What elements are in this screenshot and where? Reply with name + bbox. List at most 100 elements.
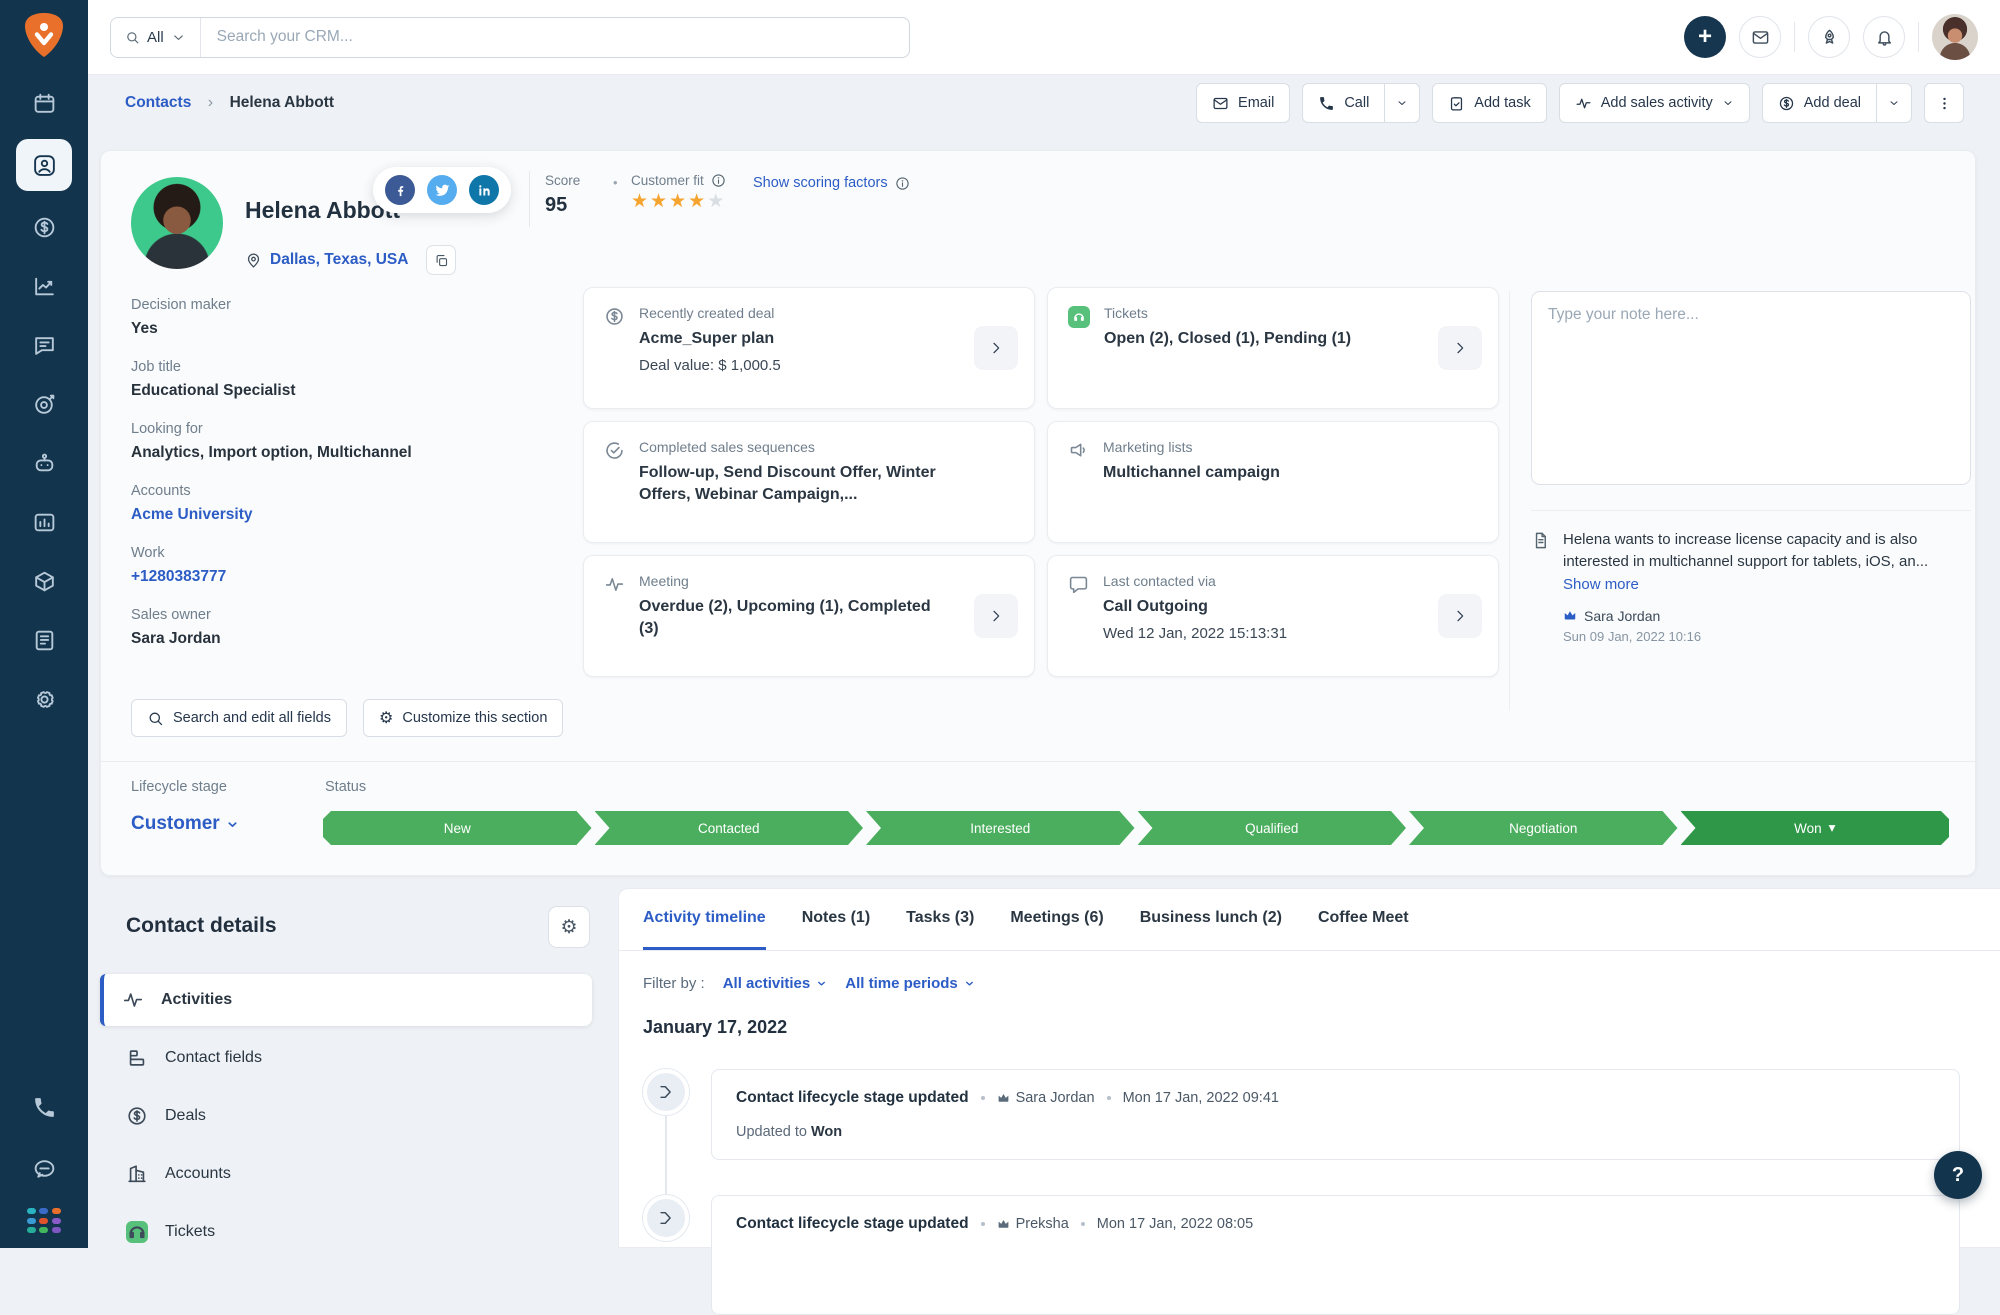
tickets-card: Tickets Open (2), Closed (1), Pending (1)	[1047, 287, 1499, 409]
notifications-button[interactable]	[1863, 16, 1905, 58]
crown-icon	[1564, 610, 1576, 619]
timeline-card[interactable]: Contact lifecycle stage updated Sara Jor…	[711, 1069, 1960, 1160]
breadcrumb: Contacts › Helena Abbott	[125, 94, 334, 112]
sidebar-item-documents[interactable]	[19, 617, 69, 663]
search-scope-dropdown[interactable]: All	[111, 17, 201, 57]
sidebar-item-settings[interactable]	[19, 676, 69, 722]
whats-new-button[interactable]	[1808, 16, 1850, 58]
contact-avatar	[131, 177, 223, 269]
star-icon: ★	[688, 191, 708, 212]
sidebar-item-conversations[interactable]	[19, 322, 69, 368]
chevron-down-icon	[1890, 101, 1898, 105]
stage-new[interactable]: New	[323, 811, 592, 845]
twitter-button[interactable]	[427, 175, 457, 205]
call-button[interactable]: Call	[1302, 83, 1386, 123]
fields-icon	[129, 1050, 145, 1066]
open-deal-button[interactable]	[974, 326, 1018, 370]
open-conversation-button[interactable]	[1438, 594, 1482, 638]
sidebar-item-calendar[interactable]	[19, 80, 69, 126]
timeline-entry: Contact lifecycle stage updated Preksha …	[643, 1195, 1960, 1315]
tab-meetings[interactable]: Meetings (6)	[1010, 889, 1103, 950]
help-button[interactable]: ?	[1934, 1151, 1982, 1199]
menu-item-tickets[interactable]: Tickets	[100, 1206, 592, 1258]
note-input[interactable]	[1531, 291, 1971, 485]
email-button[interactable]: Email	[1196, 83, 1291, 123]
search-input[interactable]	[200, 28, 909, 46]
tab-business-lunch[interactable]: Business lunch (2)	[1140, 889, 1282, 950]
stage-interested[interactable]: Interested	[866, 811, 1135, 845]
filter-activities-dropdown[interactable]: All activities	[723, 975, 828, 992]
sidebar-nav	[16, 80, 72, 722]
speech-bubble-icon	[1069, 576, 1088, 594]
user-avatar[interactable]	[1932, 14, 1978, 60]
open-meetings-button[interactable]	[974, 594, 1018, 638]
timeline-body: Updated to Won	[736, 1124, 843, 1140]
sidebar-item-reports[interactable]	[19, 499, 69, 545]
chevron-right-icon	[993, 342, 1000, 354]
add-deal-button[interactable]: Add deal	[1761, 83, 1877, 123]
search-edit-fields-button[interactable]: Search and edit all fields	[131, 699, 347, 737]
timeline-card[interactable]: Contact lifecycle stage updated Preksha …	[711, 1195, 1960, 1315]
sidebar-item-analytics[interactable]	[19, 263, 69, 309]
gear-icon: ⚙	[379, 710, 394, 727]
sidebar-item-goals[interactable]	[19, 381, 69, 427]
star-icon: ★	[669, 191, 689, 212]
app-dot	[39, 1227, 49, 1234]
copy-location-button[interactable]	[426, 245, 457, 275]
social-links	[373, 167, 511, 213]
lifecycle-stage-marker-icon	[643, 1069, 689, 1115]
show-scoring-factors-link[interactable]: Show scoring factors	[753, 175, 910, 191]
quick-add-button[interactable]: +	[1684, 16, 1726, 58]
contact-details-settings-button[interactable]: ⚙	[548, 906, 590, 948]
field-work-phone: Work +1280383777	[131, 545, 561, 586]
divider	[1531, 510, 1971, 511]
megaphone-icon	[1070, 443, 1085, 457]
call-options-button[interactable]	[1385, 83, 1421, 123]
stage-won[interactable]: Won ▾	[1681, 811, 1950, 845]
tab-notes[interactable]: Notes (1)	[802, 889, 870, 950]
freshworks-logo[interactable]	[22, 12, 66, 58]
last-contacted-card: Last contacted via Call Outgoing Wed 12 Ja…	[1047, 555, 1499, 677]
contact-location-link[interactable]: Dallas, Texas, USA	[270, 251, 408, 269]
add-deal-options-button[interactable]	[1877, 83, 1912, 123]
phone-icon	[34, 1097, 54, 1117]
tab-activity-timeline[interactable]: Activity timeline	[643, 889, 766, 950]
show-more-link[interactable]: Show more	[1563, 576, 1971, 593]
tab-coffee-meet[interactable]: Coffee Meet	[1318, 889, 1409, 950]
app-sidebar	[0, 0, 88, 1248]
sidebar-item-live-chat[interactable]	[19, 1146, 69, 1192]
timeline-time: Mon 17 Jan, 2022 09:41	[1122, 1090, 1279, 1106]
stage-negotiation[interactable]: Negotiation	[1409, 811, 1678, 845]
breadcrumb-current: Helena Abbott	[229, 94, 335, 111]
menu-item-accounts[interactable]: Accounts	[100, 1148, 592, 1200]
chart-icon	[34, 277, 54, 295]
lifecycle-stage-dropdown[interactable]: Customer	[131, 813, 239, 835]
work-phone-link[interactable]: +1280383777	[131, 568, 561, 586]
stage-contacted[interactable]: Contacted	[595, 811, 864, 845]
add-sales-activity-button[interactable]: Add sales activity	[1558, 83, 1750, 123]
more-actions-button[interactable]	[1924, 83, 1964, 123]
email-inbox-button[interactable]	[1739, 16, 1781, 58]
add-task-button[interactable]: Add task	[1432, 83, 1547, 123]
facebook-button[interactable]	[385, 175, 415, 205]
linkedin-button[interactable]	[469, 175, 499, 205]
sidebar-item-deals[interactable]	[19, 204, 69, 250]
tab-tasks[interactable]: Tasks (3)	[906, 889, 974, 950]
filter-periods-dropdown[interactable]: All time periods	[845, 975, 975, 992]
menu-item-deals[interactable]: Deals	[100, 1090, 592, 1142]
breadcrumb-contacts-link[interactable]: Contacts	[125, 94, 191, 111]
sidebar-item-phone[interactable]	[19, 1084, 69, 1130]
customize-section-button[interactable]: ⚙ Customize this section	[363, 699, 564, 737]
sidebar-item-products[interactable]	[19, 558, 69, 604]
open-tickets-button[interactable]	[1438, 326, 1482, 370]
chat-icon	[34, 336, 54, 355]
account-link[interactable]: Acme University	[131, 506, 561, 524]
app-switcher-icon[interactable]	[27, 1208, 61, 1234]
menu-item-contact-fields[interactable]: Contact fields	[100, 1032, 592, 1084]
menu-item-activities[interactable]: Activities	[100, 974, 592, 1026]
star-icon: ★	[650, 191, 670, 212]
stage-qualified[interactable]: Qualified	[1138, 811, 1407, 845]
copy-icon	[436, 254, 447, 266]
sidebar-item-automation[interactable]	[19, 440, 69, 486]
sidebar-item-contacts[interactable]	[16, 139, 72, 191]
